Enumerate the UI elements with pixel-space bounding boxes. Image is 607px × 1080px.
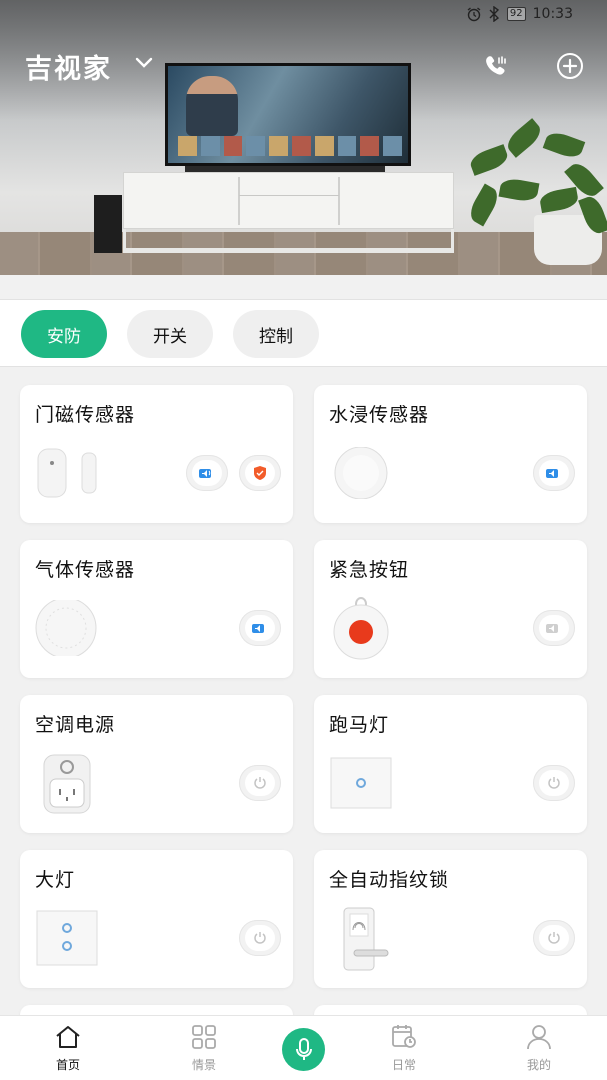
device-card-ac-power[interactable]: 空调电源: [20, 695, 293, 833]
power-button[interactable]: [533, 765, 575, 801]
nav-label: 我的: [526, 1058, 551, 1072]
home-title[interactable]: 吉视家: [25, 47, 112, 86]
status-time: 10:33: [532, 6, 573, 22]
tab-control[interactable]: 控制: [233, 310, 319, 358]
battery-icon: 92: [506, 7, 526, 21]
tv-image: [165, 63, 411, 166]
shield-icon: [254, 466, 266, 480]
device-card-marquee-light[interactable]: 跑马灯: [314, 695, 587, 833]
status-bar: 92 10:33: [466, 6, 573, 22]
device-card-main-light[interactable]: 大灯: [20, 850, 293, 988]
power-icon: [548, 777, 560, 789]
power-icon: [548, 932, 560, 944]
device-name: 全自动指纹锁: [329, 869, 450, 891]
fingerprint-lock-image: [343, 907, 389, 971]
sound-button[interactable]: [239, 610, 281, 646]
speaker-icon: [546, 469, 558, 478]
alarm-icon: [467, 7, 481, 22]
add-circle-icon[interactable]: [556, 52, 584, 80]
calendar-clock-icon: [392, 1025, 416, 1048]
smart-plug-image: [43, 754, 91, 814]
arm-button[interactable]: [239, 455, 281, 491]
power-icon: [254, 777, 266, 789]
water-sensor-image: [334, 447, 388, 499]
device-card-fingerprint-lock[interactable]: 全自动指纹锁: [314, 850, 587, 988]
power-button[interactable]: [533, 920, 575, 956]
device-name: 大灯: [35, 869, 76, 891]
nav-label: 情景: [191, 1058, 216, 1072]
voice-button[interactable]: [282, 1028, 325, 1071]
sound-button[interactable]: [533, 610, 575, 646]
tab-security[interactable]: 安防: [21, 310, 107, 358]
chevron-down-icon[interactable]: [135, 56, 153, 70]
mic-icon: [295, 1037, 312, 1060]
power-button[interactable]: [239, 920, 281, 956]
device-name: 门磁传感器: [35, 404, 136, 426]
home-icon: [56, 1026, 80, 1048]
power-icon: [254, 932, 266, 944]
nav-label: 首页: [55, 1058, 80, 1072]
tv-cabinet: [123, 172, 454, 229]
nav-home[interactable]: 首页: [33, 1024, 103, 1073]
speaker-icon: [199, 469, 211, 478]
device-card-emergency-button[interactable]: 紧急按钮: [314, 540, 587, 678]
bluetooth-icon: [489, 6, 499, 22]
device-name: 空调电源: [35, 714, 116, 736]
category-tabs: 安防 开关 控制: [0, 299, 607, 367]
device-name: 气体传感器: [35, 559, 136, 581]
emergency-button-image: [333, 597, 389, 660]
device-card-gas-sensor[interactable]: 气体传感器: [20, 540, 293, 678]
device-name: 水浸传感器: [329, 404, 430, 426]
door-sensor-image: [37, 448, 97, 498]
speaker-icon: [252, 624, 264, 633]
sound-button[interactable]: [533, 455, 575, 491]
double-switch-image: [36, 910, 98, 966]
tab-switch[interactable]: 开关: [127, 310, 213, 358]
grid-icon: [192, 1025, 216, 1049]
gas-sensor-image: [35, 600, 97, 656]
hero-banner: 92 10:33 吉视家: [0, 0, 607, 275]
light-switch-image: [330, 757, 392, 809]
power-button[interactable]: [239, 765, 281, 801]
device-card-door-sensor[interactable]: 门磁传感器: [20, 385, 293, 523]
user-icon: [527, 1025, 551, 1050]
bottom-nav: 首页 情景 日常 我的: [0, 1015, 607, 1080]
speaker-image: [94, 195, 122, 253]
sound-button[interactable]: [186, 455, 228, 491]
device-name: 跑马灯: [329, 714, 390, 736]
nav-label: 日常: [391, 1058, 416, 1072]
device-card-water-sensor[interactable]: 水浸传感器: [314, 385, 587, 523]
speaker-icon: [546, 624, 558, 633]
nav-daily[interactable]: 日常: [369, 1024, 439, 1073]
nav-mine[interactable]: 我的: [504, 1024, 574, 1073]
device-name: 紧急按钮: [329, 559, 410, 581]
nav-scenes[interactable]: 情景: [169, 1024, 239, 1073]
phone-icon[interactable]: [482, 52, 510, 80]
